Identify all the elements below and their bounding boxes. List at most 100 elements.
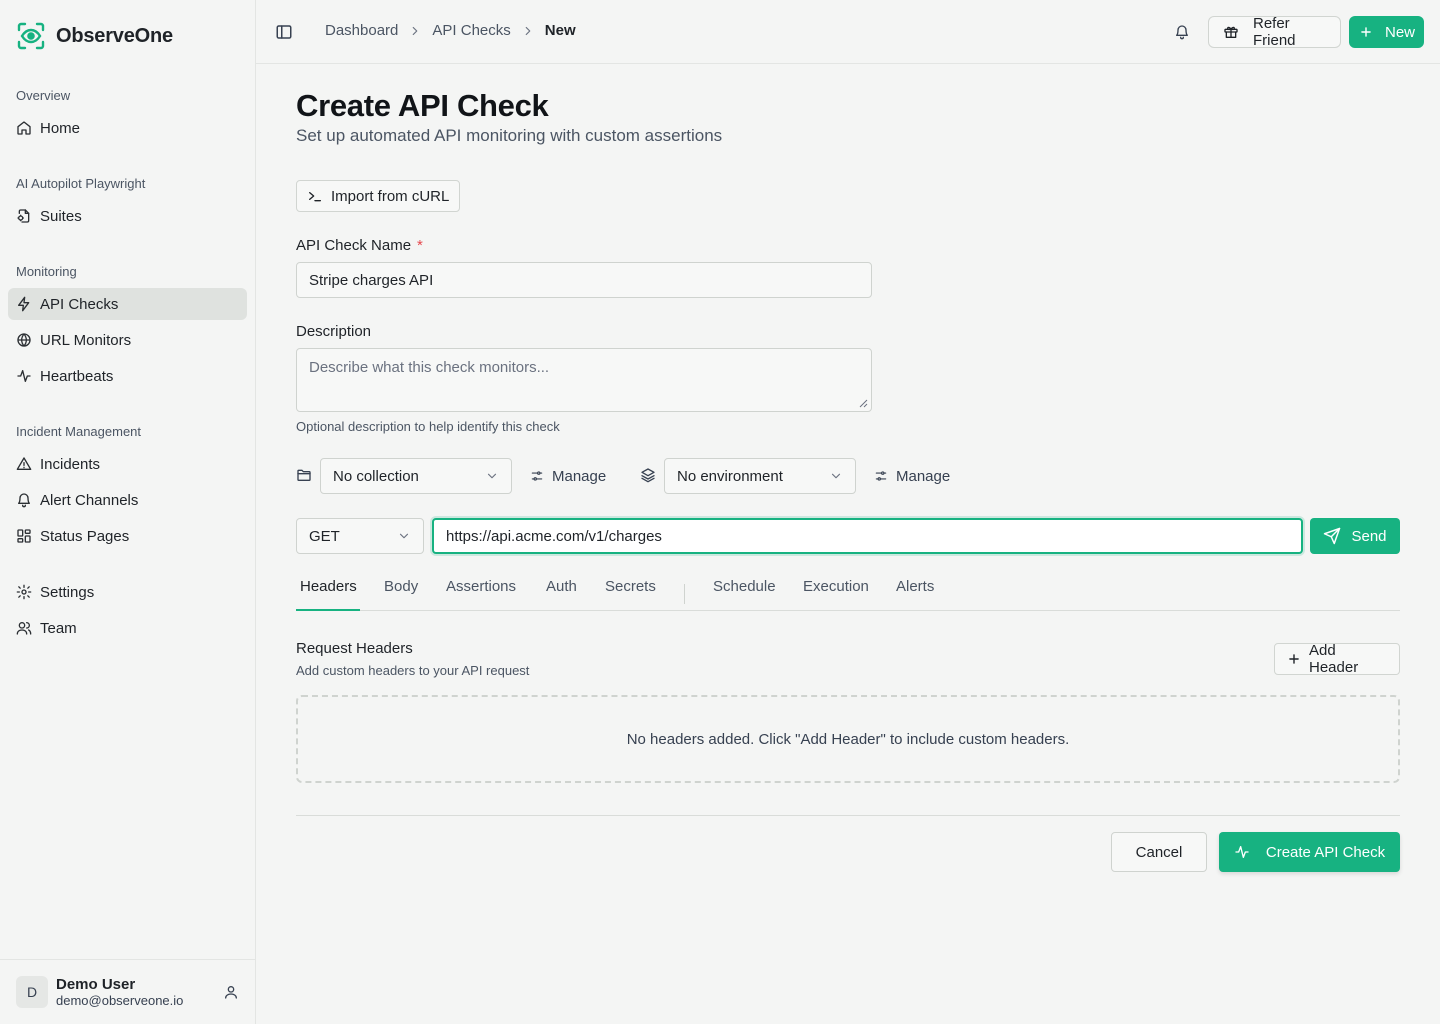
form-footer-divider (296, 815, 1400, 816)
layers-icon (640, 467, 656, 483)
gift-icon (1223, 24, 1239, 40)
bell-icon (16, 492, 32, 508)
required-mark: * (417, 237, 423, 254)
new-button[interactable]: New (1349, 16, 1424, 48)
sidebar-item-label: Suites (40, 207, 82, 225)
plus-icon (1287, 652, 1301, 666)
activity-icon (16, 368, 32, 384)
send-icon (1323, 527, 1341, 545)
warning-icon (16, 456, 32, 472)
tab-secrets[interactable]: Secrets (605, 578, 656, 595)
chevron-right-icon (521, 24, 535, 38)
chevron-down-icon (485, 469, 499, 483)
url-input[interactable]: https://api.acme.com/v1/charges (432, 518, 1303, 554)
name-field-label: API Check Name * (296, 237, 423, 254)
globe-icon (16, 332, 32, 348)
add-header-button[interactable]: Add Header (1274, 642, 1400, 676)
user-icon[interactable] (223, 984, 239, 1000)
gear-icon (16, 584, 32, 600)
collection-select[interactable]: No collection (320, 458, 512, 494)
sidebar-item-status-pages[interactable]: Status Pages (8, 520, 247, 552)
request-headers-subtitle: Add custom headers to your API request (296, 663, 530, 678)
sidebar-item-api-checks[interactable]: API Checks (8, 288, 247, 320)
tab-alerts[interactable]: Alerts (896, 578, 934, 595)
sidebar-item-label: Team (40, 619, 77, 637)
sidebar-item-label: Heartbeats (40, 367, 114, 385)
page-title: Create API Check (296, 88, 549, 123)
users-icon (16, 620, 32, 636)
logo-icon (16, 21, 46, 51)
active-tab-indicator (296, 609, 360, 611)
tab-auth[interactable]: Auth (546, 578, 577, 595)
description-textarea[interactable]: Describe what this check monitors... (296, 348, 872, 412)
activity-icon (1234, 844, 1250, 860)
tab-assertions[interactable]: Assertions (446, 578, 516, 595)
tab-execution[interactable]: Execution (803, 578, 869, 595)
request-tabs: Headers Body Assertions Auth Secrets Sch… (296, 570, 1400, 611)
breadcrumb-current: New (544, 22, 576, 39)
description-help-text: Optional description to help identify th… (296, 419, 560, 434)
send-label: Send (1351, 527, 1387, 545)
environment-select[interactable]: No environment (664, 458, 856, 494)
notification-bell-icon[interactable] (1172, 22, 1192, 42)
breadcrumb-dashboard[interactable]: Dashboard (325, 22, 398, 39)
sidebar-item-team[interactable]: Team (8, 612, 247, 644)
manage-collections-button[interactable]: Manage (530, 458, 606, 494)
refer-friend-label: Refer Friend (1253, 15, 1296, 49)
sidebar-item-url-monitors[interactable]: URL Monitors (8, 324, 247, 356)
user-info: Demo User demo@observeone.io (56, 976, 223, 1009)
nav-section-monitoring: Monitoring (16, 264, 77, 279)
plus-icon (1359, 24, 1373, 40)
tab-body[interactable]: Body (384, 578, 418, 595)
sidebar-item-heartbeats[interactable]: Heartbeats (8, 360, 247, 392)
tab-schedule[interactable]: Schedule (713, 578, 776, 595)
sidebar-item-home[interactable]: Home (8, 112, 247, 144)
sidebar-item-alert-channels[interactable]: Alert Channels (8, 484, 247, 516)
resize-handle-icon[interactable] (858, 398, 868, 408)
new-label: New (1385, 23, 1416, 41)
sidebar-item-label: Alert Channels (40, 491, 139, 509)
folder-icon (296, 467, 312, 483)
sidebar-item-suites[interactable]: Suites (8, 200, 247, 232)
check-name-input[interactable]: Stripe charges API (296, 262, 872, 298)
http-method-select[interactable]: GET (296, 518, 424, 554)
import-curl-button[interactable]: Import from cURL (296, 180, 461, 212)
user-profile[interactable]: D Demo User demo@observeone.io (0, 959, 255, 1024)
top-header: Dashboard API Checks New Refer Friend Ne… (256, 0, 1440, 64)
sidebar-item-label: Settings (40, 583, 95, 601)
sidebar-item-settings[interactable]: Settings (8, 576, 247, 608)
tab-headers[interactable]: Headers (300, 578, 357, 595)
brand[interactable]: ObserveOne (16, 20, 173, 52)
user-email: demo@observeone.io (56, 992, 184, 1008)
refer-friend-button[interactable]: Refer Friend (1208, 15, 1341, 49)
brand-name: ObserveOne (56, 24, 173, 47)
chevron-down-icon (397, 529, 411, 543)
sidebar-item-label: Incidents (40, 455, 101, 473)
collection-value: No collection (333, 467, 419, 485)
import-curl-label: Import from cURL (331, 187, 450, 205)
nav-section-overview: Overview (16, 88, 71, 103)
layout-icon (16, 528, 32, 544)
nav-section-incident-management: Incident Management (16, 424, 142, 439)
avatar: D (16, 976, 48, 1008)
send-button[interactable]: Send (1310, 518, 1400, 554)
request-headers-title: Request Headers (296, 640, 413, 657)
nav-section-autopilot: AI Autopilot Playwright (16, 176, 146, 191)
sidebar-toggle-icon[interactable] (274, 22, 294, 42)
create-api-check-button[interactable]: Create API Check (1219, 832, 1400, 872)
add-header-label: Add Header (1309, 642, 1359, 676)
sliders-icon (874, 469, 888, 483)
create-api-check-label: Create API Check (1265, 843, 1386, 861)
zap-icon (16, 296, 32, 312)
breadcrumb-api-checks[interactable]: API Checks (432, 22, 510, 39)
cancel-button[interactable]: Cancel (1111, 832, 1207, 872)
environment-value: No environment (677, 467, 783, 485)
terminal-icon (307, 188, 323, 204)
suites-icon (16, 208, 32, 224)
page-subtitle: Set up automated API monitoring with cus… (296, 126, 723, 145)
name-label-text: API Check Name (296, 237, 412, 254)
empty-headers-message: No headers added. Click "Add Header" to … (626, 730, 1070, 748)
manage-environments-button[interactable]: Manage (874, 458, 950, 494)
sidebar-item-incidents[interactable]: Incidents (8, 448, 247, 480)
manage-label: Manage (896, 467, 951, 485)
